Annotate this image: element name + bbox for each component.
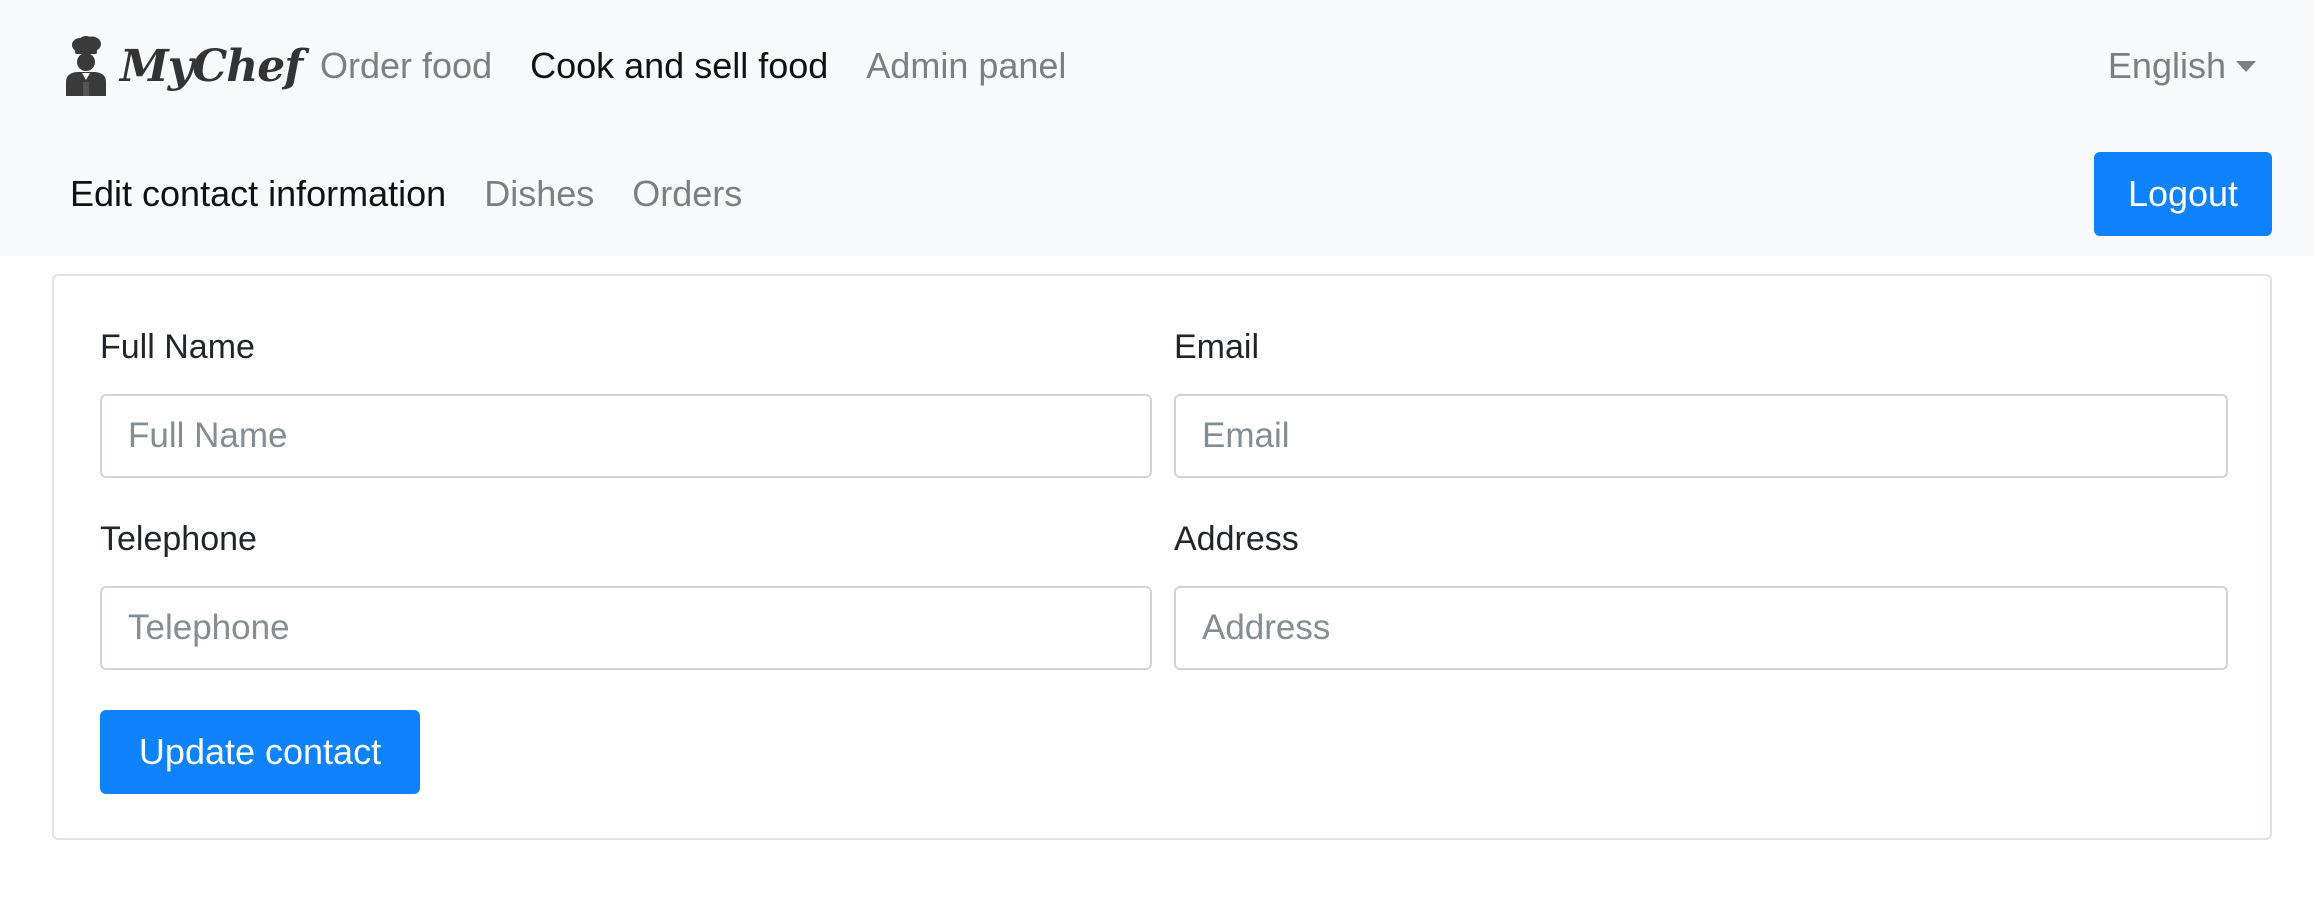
full-name-input[interactable] bbox=[100, 394, 1152, 478]
nav-cook-and-sell-food[interactable]: Cook and sell food bbox=[530, 45, 828, 87]
address-input[interactable] bbox=[1174, 586, 2228, 670]
logout-button[interactable]: Logout bbox=[2094, 152, 2272, 236]
update-contact-button[interactable]: Update contact bbox=[100, 710, 420, 794]
subnav-edit-contact-information[interactable]: Edit contact information bbox=[70, 173, 446, 215]
email-label: Email bbox=[1174, 328, 1260, 366]
telephone-input[interactable] bbox=[100, 586, 1152, 670]
telephone-label: Telephone bbox=[100, 520, 257, 558]
brand-name: MyChef bbox=[120, 40, 303, 92]
contact-form-card: Full Name Email Telephone Address Update… bbox=[52, 274, 2272, 840]
nav-order-food[interactable]: Order food bbox=[320, 45, 492, 87]
subnav-dishes[interactable]: Dishes bbox=[484, 173, 594, 215]
language-selected: English bbox=[2107, 45, 2226, 86]
caret-down-icon bbox=[2236, 60, 2256, 72]
language-dropdown[interactable]: English bbox=[2108, 36, 2256, 96]
nav-admin-panel[interactable]: Admin panel bbox=[866, 45, 1066, 87]
main-nav: Order food Cook and sell food Admin pane… bbox=[320, 36, 1066, 96]
navbar: MyChef Order food Cook and sell food Adm… bbox=[0, 0, 2314, 256]
address-label: Address bbox=[1174, 520, 1299, 558]
subnav-orders[interactable]: Orders bbox=[632, 173, 742, 215]
brand-logo[interactable]: MyChef bbox=[60, 36, 303, 96]
chef-icon bbox=[66, 36, 106, 96]
full-name-label: Full Name bbox=[100, 328, 255, 366]
email-input[interactable] bbox=[1174, 394, 2228, 478]
sub-nav: Edit contact information Dishes Orders bbox=[70, 164, 742, 224]
